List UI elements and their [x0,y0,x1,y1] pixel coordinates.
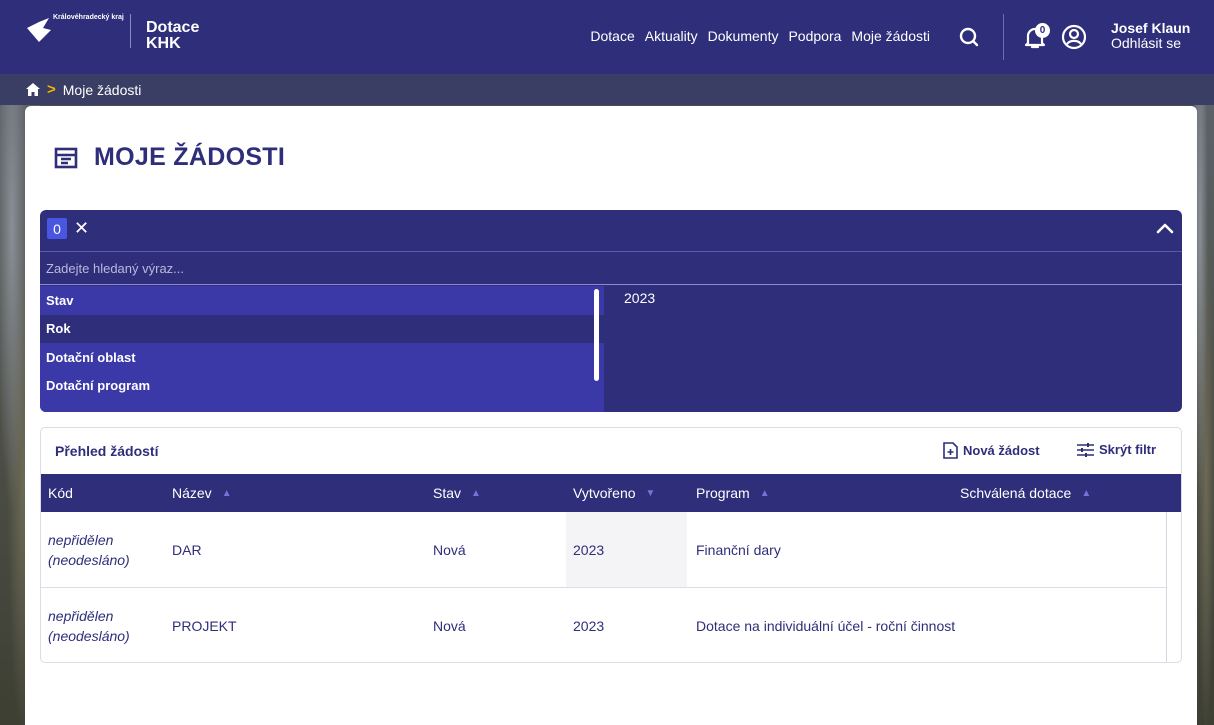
category-scrollbar[interactable] [594,289,599,381]
cell-vytvoreno: 2023 [573,542,605,558]
filter-category-dotacni-oblast[interactable]: Dotační oblast [40,343,604,372]
nav-moje-zadosti[interactable]: Moje žádosti [851,28,930,44]
filter-search [40,251,1182,285]
column-nazev-label: Název [172,485,212,501]
home-icon[interactable] [26,83,40,96]
cell-vytvoreno: 2023 [573,618,605,634]
top-navigation-bar: Královéhradecký kraj Dotace KHK Dotace A… [0,0,1214,74]
column-stav-label: Stav [433,485,462,501]
cell-stav: Nová [433,618,466,634]
filter-header: 0 ✕ [40,210,1182,246]
table-header-row: Kód Název ▲ Stav ▲ Vytvořeno ▼ Program ▲… [41,474,1181,512]
header-divider [1003,14,1004,60]
table-title: Přehled žádostí [55,443,159,459]
cell-kod-line1: nepřidělen [48,532,114,548]
column-program[interactable]: Program ▲ [696,474,770,512]
clear-filter-icon[interactable]: ✕ [74,218,89,238]
kraj-logo-icon [27,18,51,42]
table-scroll-divider [1166,512,1167,662]
cell-kod-line2: (neodesláno) [48,628,130,644]
cell-kod: nepřidělen (neodesláno) [48,512,130,588]
page-title-text: MOJE ŽÁDOSTI [94,143,286,171]
cell-kod: nepřidělen (neodesláno) [48,588,130,662]
filter-search-input[interactable] [40,252,1182,284]
search-icon[interactable] [958,26,980,48]
user-name[interactable]: Josef Klaun [1111,21,1190,36]
filter-value-2023[interactable]: 2023 [624,290,655,306]
user-avatar-icon[interactable] [1061,24,1087,50]
main-card: MOJE ŽÁDOSTI 0 ✕ Stav Rok Dotační oblast… [25,106,1197,725]
user-info: Josef Klaun Odhlásit se [1111,21,1190,51]
column-schvalena-dotace-label: Schválená dotace [960,485,1072,501]
cell-kod-line1: nepřidělen [48,608,114,624]
column-stav[interactable]: Stav ▲ [433,474,481,512]
logout-link[interactable]: Odhlásit se [1111,36,1190,51]
filter-category-dotacni-program[interactable]: Dotační program [40,372,604,401]
filter-panel: 0 ✕ Stav Rok Dotační oblast Dotační prog… [40,210,1182,412]
page-title: MOJE ŽÁDOSTI [54,143,285,172]
new-application-label: Nová žádost [963,443,1040,458]
app-title-line1: Dotace [146,19,200,36]
column-schvalena-dotace[interactable]: Schválená dotace ▲ [960,474,1091,512]
logo-divider [130,14,131,48]
nav-aktuality[interactable]: Aktuality [645,28,698,44]
applications-icon [54,147,78,168]
sort-icon: ▲ [221,487,232,499]
sort-icon: ▲ [759,487,770,499]
column-kod-label: Kód [48,485,73,501]
new-application-button[interactable]: Nová žádost [943,442,1040,459]
table-row[interactable]: nepřidělen (neodesláno) DAR Nová 2023 Fi… [41,512,1167,588]
sort-icon: ▲ [1081,487,1092,499]
applications-table-panel: Přehled žádostí Nová žádost Skrýt filtr … [40,427,1182,663]
cell-program: Finanční dary [696,542,781,558]
filter-values: 2023 [624,290,655,306]
nav-podpora[interactable]: Podpora [788,28,841,44]
filter-count-chip: 0 [47,218,67,239]
chevron-right-icon: > [47,81,56,98]
breadcrumb-current: Moje žádosti [62,81,142,98]
filter-category-list: Stav Rok Dotační oblast Dotační program [40,286,604,412]
hide-filter-label: Skrýt filtr [1099,442,1157,457]
filter-category-rok[interactable]: Rok [40,314,604,343]
filter-category-stav[interactable]: Stav [40,286,604,315]
chevron-up-icon[interactable] [1156,220,1174,236]
cell-nazev: DAR [172,542,202,558]
main-nav: Dotace Aktuality Dokumenty Podpora Moje … [590,28,930,44]
sliders-icon [1077,442,1094,457]
app-title[interactable]: Dotace KHK [146,20,199,52]
column-vytvoreno-label: Vytvořeno [573,485,636,501]
cell-kod-line2: (neodesláno) [48,552,130,568]
column-kod[interactable]: Kód [48,474,73,512]
column-vytvoreno[interactable]: Vytvořeno ▼ [573,474,655,512]
breadcrumb: > Moje žádosti [0,74,1214,105]
column-nazev[interactable]: Název ▲ [172,474,232,512]
nav-dokumenty[interactable]: Dokumenty [708,28,779,44]
cell-program: Dotace na individuální účel - roční činn… [696,618,956,634]
file-plus-icon [943,442,958,459]
logo-text: Královéhradecký kraj [53,14,124,21]
background-landscape-right [1194,105,1214,725]
nav-dotace[interactable]: Dotace [590,28,634,44]
cell-stav: Nová [433,542,466,558]
kraj-logo[interactable]: Královéhradecký kraj [25,14,125,54]
table-row[interactable]: nepřidělen (neodesláno) PROJEKT Nová 202… [41,588,1167,662]
sort-desc-icon: ▼ [645,487,656,499]
cell-nazev: PROJEKT [172,618,237,634]
sort-icon: ▲ [471,487,481,499]
column-program-label: Program [696,485,750,501]
notification-badge: 0 [1035,23,1050,38]
hide-filter-button[interactable]: Skrýt filtr [1077,442,1156,457]
app-title-line2: KHK [146,35,181,52]
